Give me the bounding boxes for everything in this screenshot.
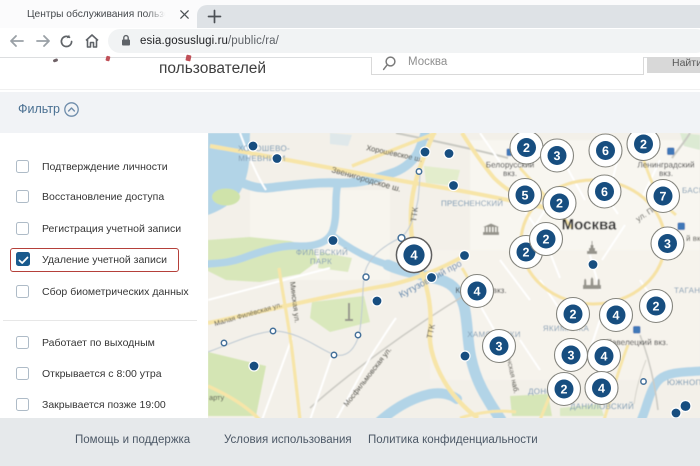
svg-text:2: 2 (653, 299, 660, 313)
svg-text:вкз.: вкз. (659, 169, 673, 178)
svg-text:3: 3 (496, 339, 503, 353)
svg-text:ПАРК: ПАРК (310, 257, 332, 266)
svg-text:арту: арту (209, 393, 225, 402)
svg-text:2: 2 (543, 232, 550, 246)
svg-text:й вкз.: й вкз. (686, 234, 700, 243)
svg-text:2: 2 (561, 382, 568, 396)
svg-text:2: 2 (523, 245, 530, 259)
svg-text:Москва: Москва (562, 217, 617, 234)
svg-text:ЮЖНОП: ЮЖНОП (667, 378, 700, 387)
svg-text:вкз.: вкз. (503, 169, 517, 178)
svg-text:3: 3 (664, 237, 671, 251)
svg-text:2: 2 (523, 141, 530, 155)
svg-text:ПРЕСНЕНСКИЙ: ПРЕСНЕНСКИЙ (441, 198, 503, 208)
svg-text:4: 4 (474, 284, 481, 298)
svg-text:ХОРОШЕВО-: ХОРОШЕВО- (238, 144, 290, 153)
svg-text:2: 2 (640, 137, 647, 151)
svg-text:2: 2 (556, 196, 563, 210)
svg-text:ТТК: ТТК (409, 206, 420, 222)
svg-text:4: 4 (601, 349, 608, 363)
svg-text:4: 4 (613, 308, 620, 322)
svg-text:БАСМ: БАСМ (682, 186, 700, 195)
svg-text:7: 7 (660, 189, 667, 203)
svg-text:4: 4 (598, 381, 605, 395)
svg-text:2: 2 (570, 307, 577, 321)
svg-text:6: 6 (601, 185, 608, 199)
svg-text:3: 3 (568, 348, 575, 362)
svg-text:ТАГАНС: ТАГАНС (674, 286, 700, 295)
svg-text:5: 5 (522, 188, 529, 202)
svg-text:ФИЛЕВСКИЙ: ФИЛЕВСКИЙ (296, 247, 348, 257)
svg-text:3: 3 (554, 149, 561, 163)
svg-text:4: 4 (410, 248, 418, 263)
svg-text:6: 6 (602, 144, 609, 158)
